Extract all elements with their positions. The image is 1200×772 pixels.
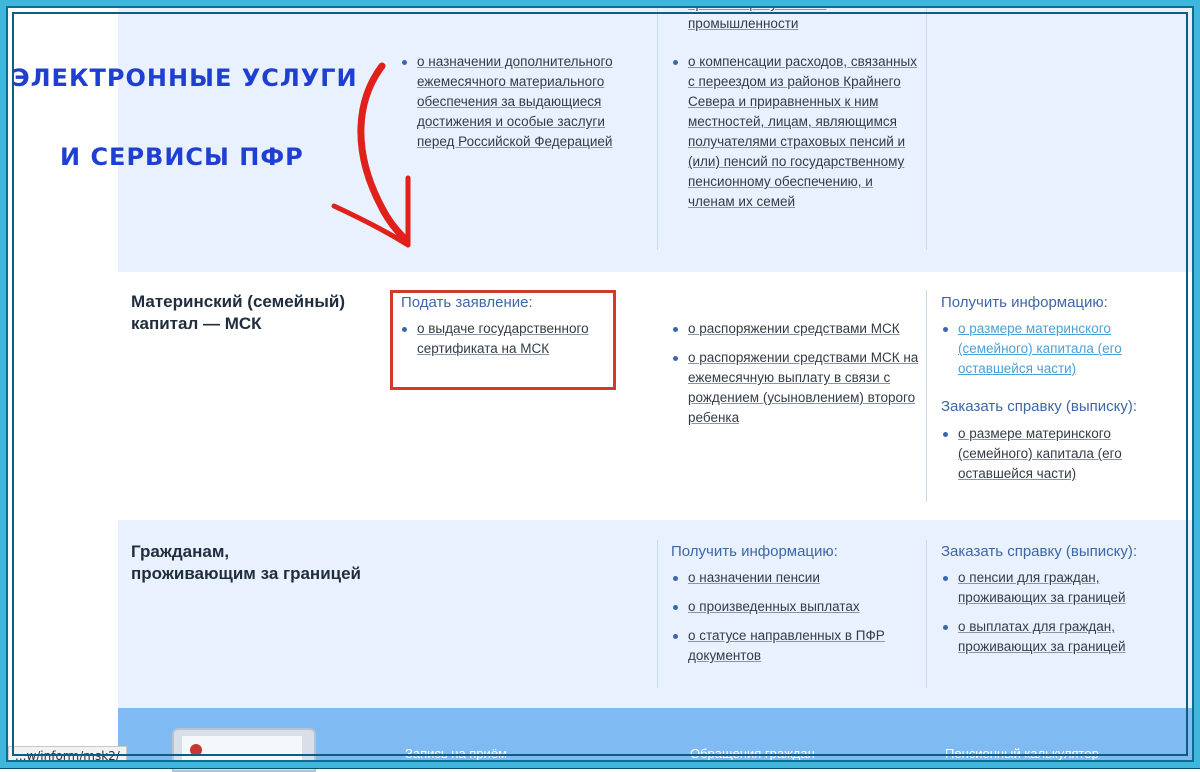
- monitor-screen: [182, 736, 302, 766]
- section-title-abroad: Гражданам, проживающим за границей: [131, 542, 362, 583]
- order-list: о размере материнского (семейного) капит…: [941, 424, 1151, 493]
- divider: [657, 0, 658, 250]
- link-appointment[interactable]: Запись на приём: [405, 746, 507, 761]
- order-header: Заказать справку (выписку):: [941, 398, 1138, 415]
- list-item-pension-assignment[interactable]: о назначении пенсии: [671, 568, 911, 588]
- status-url: ...w/inform/msk2/: [8, 746, 127, 766]
- disposal-list: о распоряжении средствами МСК о распоряж…: [671, 319, 921, 437]
- list-item-coal-industry-tail[interactable]: организаций угольной промышленности: [688, 2, 918, 34]
- section1-col2-list: о назначении дополнительного ежемесячног…: [400, 52, 635, 161]
- abroad-info-list: о назначении пенсии о произведенных выпл…: [671, 568, 911, 675]
- list-item-disposal-funds[interactable]: о распоряжении средствами МСК: [671, 319, 921, 339]
- list-item-capital-amount-statement[interactable]: о размере материнского (семейного) капит…: [941, 424, 1151, 484]
- left-margin: [0, 0, 118, 768]
- info-header: Получить информацию:: [941, 294, 1108, 311]
- section1-col3-list: о компенсации расходов, связанных с пере…: [671, 52, 921, 221]
- divider: [657, 540, 658, 688]
- link-citizen-requests[interactable]: Обращения граждан: [690, 746, 815, 761]
- divider: [926, 290, 927, 502]
- abroad-order-header: Заказать справку (выписку):: [941, 543, 1138, 560]
- link-pension-calculator[interactable]: Пенсионный калькулятор: [945, 746, 1099, 761]
- monitor-illustration: [172, 728, 316, 772]
- list-item-payments-made[interactable]: о произведенных выплатах: [671, 597, 911, 617]
- list-item-pension-abroad-statement[interactable]: о пенсии для граждан, проживающих за гра…: [941, 568, 1151, 608]
- list-item-payments-abroad-statement[interactable]: о выплатах для граждан, проживающих за г…: [941, 617, 1151, 657]
- pfr-logo-icon: [190, 744, 202, 756]
- list-item-disposal-monthly[interactable]: о распоряжении средствами МСК на ежемеся…: [671, 348, 921, 428]
- divider: [926, 540, 927, 688]
- abroad-info-header: Получить информацию:: [671, 543, 838, 560]
- info-list: о размере материнского (семейного) капит…: [941, 319, 1151, 388]
- highlight-box: [390, 290, 616, 390]
- list-item-documents-status[interactable]: о статусе направленных в ПФР документов: [671, 626, 911, 666]
- list-item-relocation-compensation[interactable]: о компенсации расходов, связанных с пере…: [671, 52, 921, 212]
- section-top-pensions: [118, 0, 1200, 272]
- list-item-capital-amount-info[interactable]: о размере материнского (семейного) капит…: [941, 319, 1151, 379]
- section-title-maternity: Материнский (семейный) капитал — МСК: [131, 292, 346, 333]
- list-item-additional-support[interactable]: о назначении дополнительного ежемесячног…: [400, 52, 635, 152]
- red-arrow-icon: [331, 62, 411, 248]
- overlay-title-line1: ЭЛЕКТРОННЫЕ УСЛУГИ: [12, 64, 358, 92]
- abroad-order-list: о пенсии для граждан, проживающих за гра…: [941, 568, 1151, 666]
- overlay-title-line2: И СЕРВИСЫ ПФР: [60, 143, 304, 171]
- divider: [926, 0, 927, 250]
